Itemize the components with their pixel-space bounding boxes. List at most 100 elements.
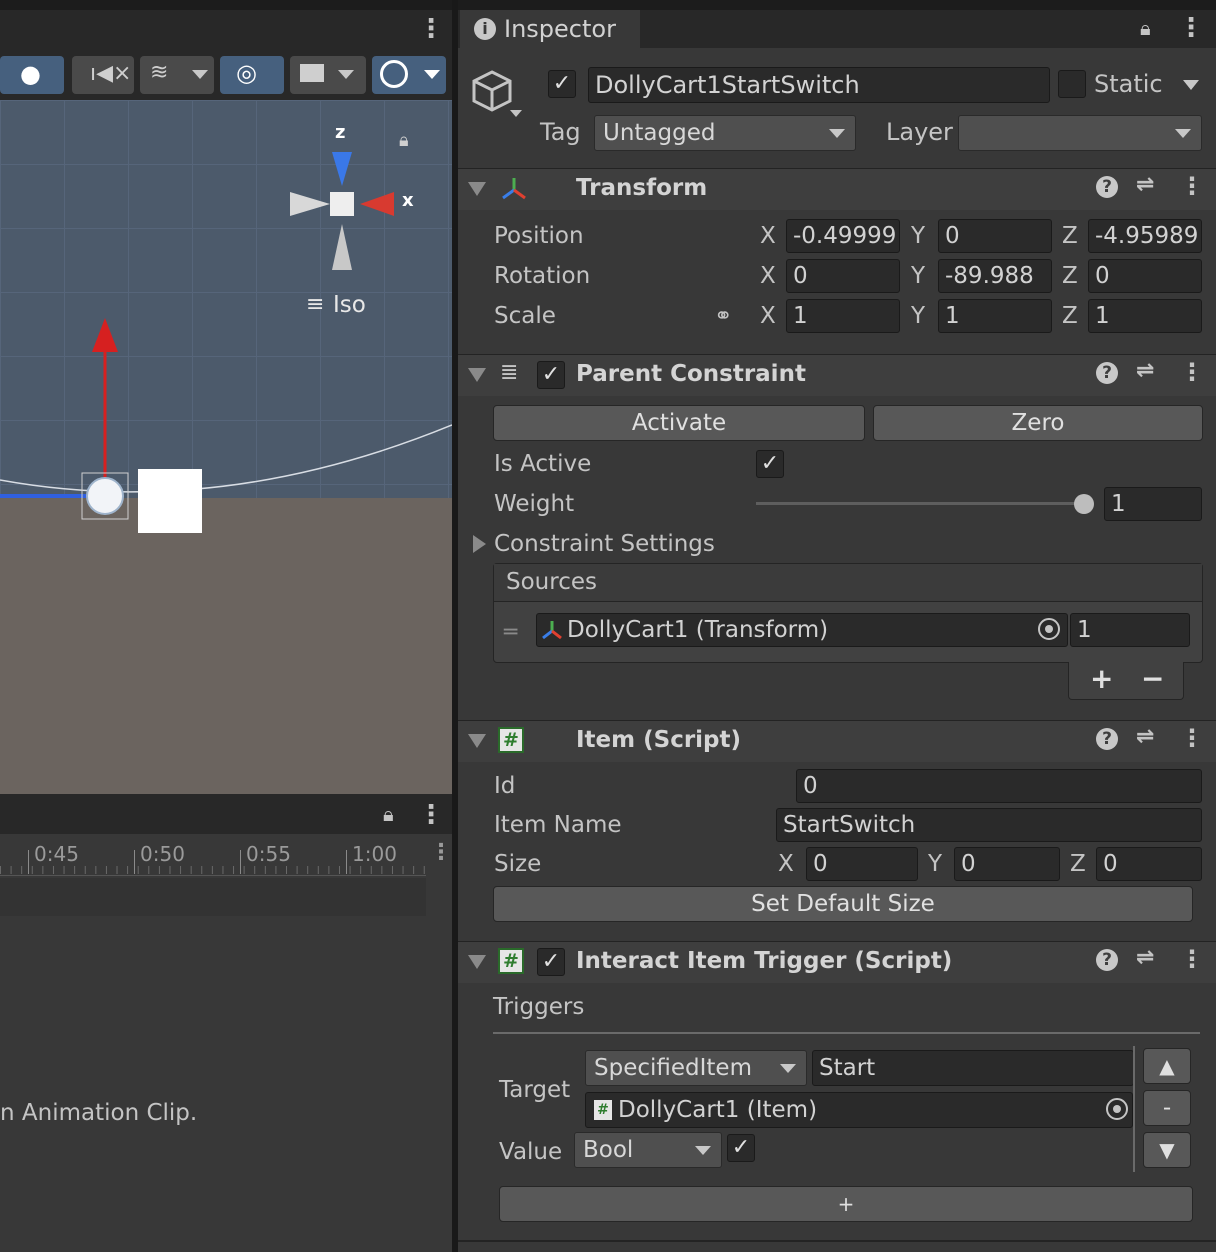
chevron-down-icon — [780, 1064, 796, 1073]
static-checkbox[interactable] — [1058, 70, 1086, 98]
size-z-field[interactable]: 0 — [1096, 847, 1202, 881]
component-menu-icon[interactable]: ⋮ — [1180, 945, 1204, 973]
value-label: Value — [499, 1139, 563, 1165]
position-z-field[interactable]: -4.95989 — [1088, 219, 1202, 253]
component-menu-icon[interactable]: ⋮ — [1180, 358, 1204, 386]
item-name-field[interactable]: StartSwitch — [776, 808, 1202, 842]
camera-settings-button[interactable] — [290, 56, 366, 94]
component-menu-icon[interactable]: ⋮ — [1180, 724, 1204, 752]
layer-dropdown[interactable] — [958, 115, 1202, 151]
drag-handle-icon[interactable]: ═ — [504, 620, 517, 645]
activate-button[interactable]: Activate — [493, 405, 865, 441]
constrain-proportions-icon[interactable]: ⚭ — [714, 304, 732, 329]
lock-icon[interactable]: 🔒︎ — [383, 802, 394, 826]
move-down-button[interactable]: ▼ — [1143, 1132, 1191, 1168]
value-checkbox[interactable]: ✓ — [727, 1134, 755, 1162]
value-type-dropdown[interactable]: Bool — [574, 1132, 722, 1168]
scale-x-field[interactable]: 1 — [786, 299, 900, 333]
interact-trigger-enabled-checkbox[interactable]: ✓ — [537, 948, 565, 976]
weight-slider[interactable] — [756, 488, 1094, 520]
zero-button[interactable]: Zero — [873, 405, 1203, 441]
active-checkbox[interactable]: ✓ — [548, 70, 576, 98]
move-up-button[interactable]: ▲ — [1143, 1048, 1191, 1084]
preset-sliders-icon[interactable]: ⇌ — [1136, 724, 1154, 749]
remove-trigger-button[interactable]: - — [1143, 1090, 1191, 1126]
lock-icon[interactable]: 🔒︎ — [399, 130, 409, 151]
object-picker-icon[interactable] — [1038, 618, 1060, 640]
item-script-title: Item (Script) — [576, 727, 742, 753]
is-active-checkbox[interactable]: ✓ — [756, 450, 784, 478]
axis-y-label: Y — [911, 303, 926, 329]
hidden-objects-toggle-button[interactable]: ◎ — [220, 56, 284, 94]
timeline-ruler-menu-icon[interactable]: ⋮ — [430, 840, 452, 865]
position-x-field[interactable]: -0.49999 — [786, 219, 900, 253]
tag-dropdown[interactable]: Untagged — [594, 115, 856, 151]
lightbulb-icon: ● — [20, 60, 41, 88]
foldout-arrow-icon[interactable] — [468, 734, 486, 748]
chevron-down-icon[interactable] — [1183, 80, 1199, 90]
source-weight-field[interactable]: 1 — [1070, 613, 1190, 647]
picker-dot — [1113, 1105, 1121, 1113]
animation-menu-icon[interactable]: ⋮ — [418, 800, 444, 830]
axis-z-label: Z — [1062, 223, 1078, 249]
list-vertical-divider — [1133, 1046, 1135, 1172]
position-y-field[interactable]: 0 — [938, 219, 1052, 253]
script-icon: # — [594, 1100, 612, 1120]
minor-ticks — [0, 866, 426, 874]
lock-icon[interactable]: 🔒︎ — [1140, 16, 1151, 40]
component-menu-icon[interactable]: ⋮ — [1180, 172, 1204, 200]
parent-constraint-icon: ≣ — [500, 360, 519, 385]
projection-label[interactable]: Iso — [333, 292, 366, 318]
object-name-field[interactable]: DollyCart1StartSwitch — [588, 67, 1050, 103]
size-label: Size — [494, 851, 542, 877]
foldout-arrow-icon[interactable] — [468, 182, 486, 196]
weight-field[interactable]: 1 — [1104, 487, 1202, 521]
transform-icon — [542, 621, 562, 640]
axis-z-label: Z — [1062, 263, 1078, 289]
scene-menu-icon[interactable]: ⋮ — [418, 14, 444, 44]
chevron-down-icon — [192, 70, 208, 79]
weight-slider-thumb[interactable] — [1074, 494, 1094, 514]
foldout-arrow-icon[interactable] — [468, 368, 486, 382]
source-object-field[interactable]: DollyCart1 (Transform) — [536, 613, 1068, 647]
rotation-z-field[interactable]: 0 — [1088, 259, 1202, 293]
target-object-field[interactable]: # DollyCart1 (Item) — [585, 1092, 1133, 1128]
size-y-field[interactable]: 0 — [954, 847, 1060, 881]
camera-icon — [300, 64, 324, 82]
constraint-settings-label[interactable]: Constraint Settings — [494, 531, 715, 557]
tag-label: Tag — [540, 118, 581, 146]
effects-toggle-button[interactable]: ≋ — [140, 56, 214, 94]
axis-z-label: Z — [1070, 851, 1086, 877]
rotation-x-field[interactable]: 0 — [786, 259, 900, 293]
parent-constraint-enabled-checkbox[interactable]: ✓ — [537, 361, 565, 389]
target-event-field[interactable]: Start — [812, 1050, 1134, 1086]
audio-toggle-button[interactable]: ı◀× — [72, 56, 134, 94]
rotation-y-field[interactable]: -89.988 — [938, 259, 1052, 293]
lighting-toggle-button[interactable]: ● — [0, 56, 64, 94]
help-icon[interactable]: ? — [1096, 949, 1118, 971]
audio-mute-icon: ı◀× — [90, 61, 132, 86]
object-picker-icon[interactable] — [1106, 1098, 1128, 1120]
tag-value: Untagged — [603, 120, 716, 146]
preset-sliders-icon[interactable]: ⇌ — [1136, 358, 1154, 383]
scale-z-field[interactable]: 1 — [1088, 299, 1202, 333]
set-default-size-button[interactable]: Set Default Size — [493, 886, 1193, 922]
size-x-field[interactable]: 0 — [806, 847, 918, 881]
scene-viewport[interactable]: z x 🔒︎ ≡ Iso — [0, 100, 452, 794]
help-icon[interactable]: ? — [1096, 362, 1118, 384]
preset-sliders-icon[interactable]: ⇌ — [1136, 945, 1154, 970]
target-mode-dropdown[interactable]: SpecifiedItem — [585, 1050, 807, 1086]
gizmos-toggle-button[interactable] — [372, 56, 446, 94]
id-field[interactable]: 0 — [796, 769, 1202, 803]
foldout-arrow-icon[interactable] — [473, 535, 486, 553]
scale-y-field[interactable]: 1 — [938, 299, 1052, 333]
inspector-menu-icon[interactable]: ⋮ — [1178, 13, 1204, 43]
help-icon[interactable]: ? — [1096, 176, 1118, 198]
help-icon[interactable]: ? — [1096, 728, 1118, 750]
remove-source-button[interactable]: − — [1141, 662, 1164, 695]
preset-sliders-icon[interactable]: ⇌ — [1136, 172, 1154, 197]
add-trigger-button[interactable]: + — [499, 1186, 1193, 1222]
add-source-button[interactable]: + — [1090, 662, 1113, 695]
axis-z-label: Z — [1062, 303, 1078, 329]
foldout-arrow-icon[interactable] — [468, 955, 486, 969]
